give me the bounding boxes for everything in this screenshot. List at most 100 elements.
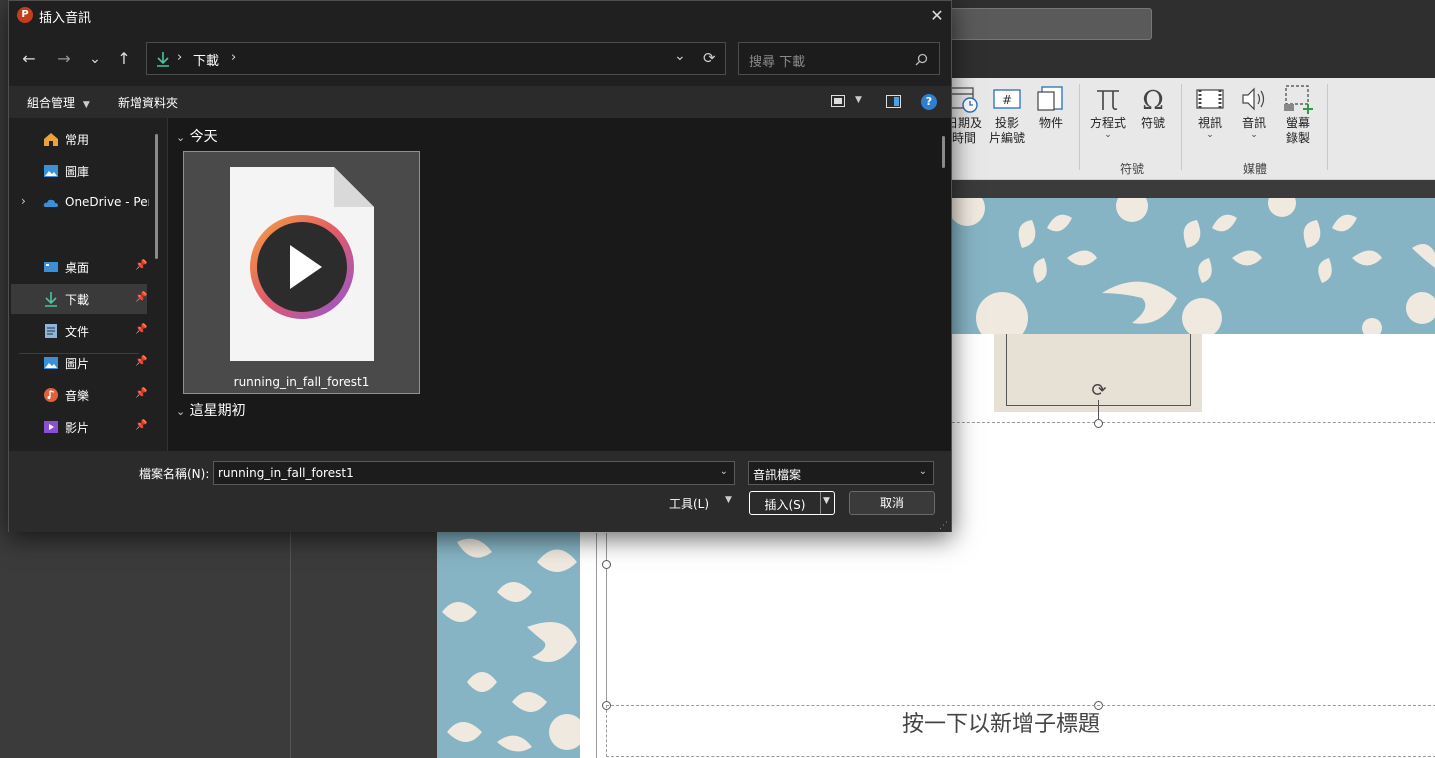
resize-handle[interactable] [1094, 419, 1103, 428]
address-dropdown-button[interactable]: ⌄ [674, 48, 686, 64]
cancel-button[interactable]: 取消 [849, 491, 935, 515]
pictures-icon [44, 357, 58, 369]
slide-left-pattern [437, 532, 580, 758]
ribbon-symbol-label: 符號 [1140, 116, 1165, 130]
svg-text:#: # [1002, 93, 1012, 107]
onedrive-icon [43, 199, 58, 207]
powerpoint-icon: P [17, 7, 33, 23]
ribbon-audio-button[interactable]: 音訊 ⌄ [1236, 84, 1272, 140]
search-placeholder: 搜尋 下載 [749, 55, 806, 70]
ribbon-separator [1079, 84, 1080, 170]
breadcrumb-separator[interactable]: › [231, 50, 236, 65]
filename-input[interactable]: running_in_fall_forest1 ⌄ [213, 461, 735, 485]
documents-icon [45, 324, 57, 338]
command-bar: 組合管理 ▼ 新增資料夾 ▼ ? [9, 86, 951, 118]
file-item[interactable]: running_in_fall_forest1 [183, 151, 420, 394]
nav-item-pictures[interactable]: 圖片 📌 [11, 348, 147, 378]
group-header-today[interactable]: ⌄ 今天 [176, 126, 218, 146]
chevron-down-icon[interactable]: ⌄ [720, 466, 728, 477]
back-button[interactable]: ← [17, 47, 41, 71]
search-box[interactable]: 搜尋 下載 [738, 42, 940, 75]
nav-item-documents[interactable]: 文件 📌 [11, 316, 147, 346]
ribbon-separator [1327, 84, 1328, 170]
pin-icon: 📌 [135, 356, 148, 367]
chevron-down-icon: ⌄ [176, 131, 186, 144]
ribbon-symbol-button[interactable]: Ω 符號 [1136, 84, 1170, 131]
nav-scrollbar[interactable] [155, 134, 158, 259]
resize-handle[interactable] [602, 560, 611, 569]
slide-number-icon: # [993, 89, 1021, 109]
nav-item-onedrive[interactable]: › OneDrive - Pers [11, 188, 149, 218]
preview-pane-icon[interactable] [886, 95, 901, 108]
group-label: 今天 [189, 129, 218, 145]
nav-item-label: 影片 [65, 421, 90, 435]
nav-item-desktop[interactable]: 桌面 📌 [11, 252, 147, 282]
chevron-right-icon[interactable]: › [21, 194, 26, 208]
address-bar[interactable]: › 下載 › ⌄ ⟳ [146, 42, 726, 75]
organize-menu[interactable]: 組合管理 ▼ [27, 94, 90, 111]
nav-item-label: 下載 [65, 293, 90, 307]
nav-item-home[interactable]: 常用 [11, 124, 147, 154]
filename-value: running_in_fall_forest1 [218, 466, 354, 480]
chevron-down-icon: ⌄ [1206, 130, 1214, 140]
videos-icon [44, 421, 58, 433]
nav-item-music[interactable]: 音樂 📌 [11, 380, 147, 410]
insert-button[interactable]: 插入(S) ▼ [749, 491, 835, 515]
view-options-button[interactable]: ▼ [831, 94, 871, 110]
powerpoint-search-box[interactable] [940, 8, 1152, 40]
chevron-down-icon: ▼ [855, 95, 862, 105]
datetime-icon [950, 87, 978, 113]
ribbon-object-button[interactable]: 物件 [1034, 84, 1068, 131]
nav-item-label: 音樂 [65, 389, 90, 403]
equation-icon [1097, 90, 1119, 110]
rotate-handle-stem [1098, 400, 1099, 420]
object-icon [1037, 86, 1063, 111]
breadcrumb-separator: › [177, 50, 183, 65]
ribbon-video-button[interactable]: 視訊 ⌄ [1192, 84, 1228, 140]
ribbon-slide-number-button[interactable]: # 投影 片編號 [986, 84, 1028, 146]
search-icon [915, 53, 928, 66]
file-list-scrollbar[interactable] [942, 136, 945, 168]
new-folder-button[interactable]: 新增資料夾 [118, 94, 178, 111]
recent-locations-button[interactable]: ⌄ [83, 47, 107, 71]
subtitle-placeholder-text: 按一下以新增子標題 [901, 712, 1100, 737]
resize-grip-icon[interactable]: ⋰ [939, 521, 948, 531]
audio-icon [1242, 87, 1265, 111]
breadcrumb-downloads[interactable]: 下載 [193, 50, 219, 69]
ribbon-group-media: 媒體 [1243, 162, 1268, 176]
insert-audio-dialog: P 插入音訊 ✕ ← → ⌄ ↑ › 下載 › ⌄ ⟳ 搜尋 下載 組合管理 ▼… [8, 0, 952, 532]
nav-item-videos[interactable]: 影片 📌 [11, 412, 147, 442]
filetype-select[interactable]: 音訊檔案 ⌄ [748, 461, 934, 485]
media-file-icon [230, 167, 374, 361]
download-icon [45, 292, 57, 307]
refresh-button[interactable]: ⟳ [703, 49, 716, 67]
navigation-pane: 常用 圖庫 › OneDrive - Pers 桌面 📌 [9, 118, 167, 451]
slide-banner-pattern [952, 198, 1435, 334]
up-button[interactable]: ↑ [112, 47, 136, 71]
ribbon-slide-number-label: 投影 片編號 [988, 116, 1025, 145]
ribbon-equation-button[interactable]: 方程式 ⌄ [1088, 84, 1128, 140]
insert-options-dropdown[interactable]: ▼ [823, 496, 830, 506]
nav-item-downloads[interactable]: 下載 📌 [11, 284, 147, 314]
pin-icon: 📌 [135, 292, 148, 303]
nav-item-label: 圖庫 [65, 165, 90, 179]
close-button[interactable]: ✕ [925, 5, 949, 27]
group-label: 這星期初 [189, 403, 246, 419]
help-icon[interactable]: ? [921, 94, 937, 110]
ribbon-object-label: 物件 [1038, 116, 1063, 130]
chevron-down-icon[interactable]: ▼ [725, 495, 732, 505]
view-icon [831, 95, 845, 107]
dialog-titlebar: P 插入音訊 ✕ [9, 1, 951, 31]
insert-label: 插入(S) [764, 498, 806, 512]
nav-item-label: 常用 [65, 133, 90, 147]
nav-item-label: 圖片 [65, 357, 90, 371]
tools-menu[interactable]: 工具(L) [669, 495, 709, 512]
rotate-handle-icon[interactable]: ⟳ [1088, 380, 1110, 402]
chevron-down-icon: ▼ [82, 100, 90, 110]
nav-item-gallery[interactable]: 圖庫 [11, 156, 147, 186]
ribbon-screen-recording-button[interactable]: 螢幕 錄製 [1280, 84, 1316, 146]
forward-button[interactable]: → [52, 47, 76, 71]
group-header-this-week[interactable]: ⌄ 這星期初 [176, 400, 246, 420]
dialog-footer: 檔案名稱(N): running_in_fall_forest1 ⌄ 音訊檔案 … [9, 451, 951, 532]
ribbon-group-symbols: 符號 [1120, 162, 1145, 176]
